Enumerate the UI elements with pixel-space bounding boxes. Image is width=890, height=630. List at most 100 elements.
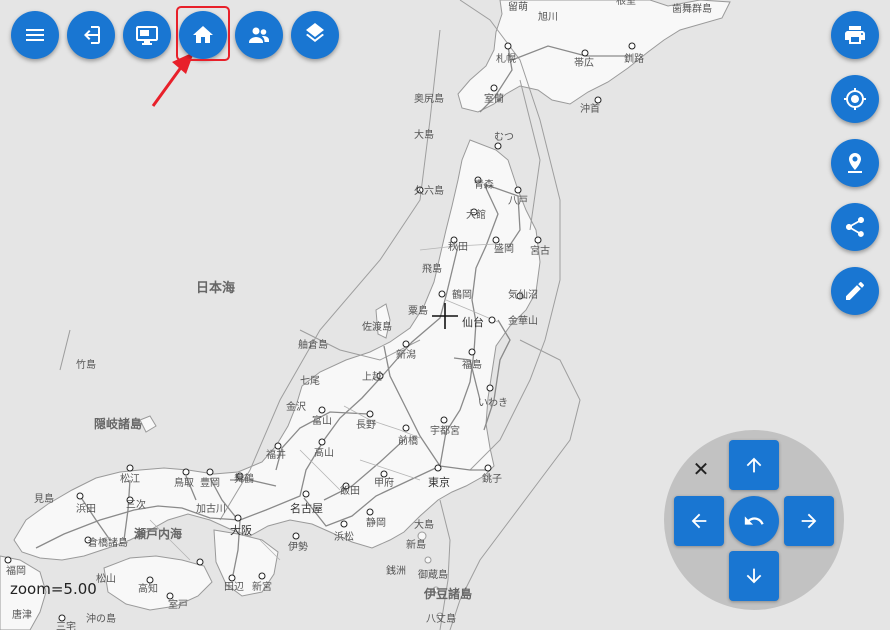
place-label: 佐渡島 (362, 320, 392, 333)
place-label: 帯広 (574, 56, 594, 69)
place-label: 沖首 (580, 102, 600, 115)
place-label: 唐津 (12, 608, 32, 621)
place-label: 大阪 (230, 523, 252, 537)
place-label: 鶴岡 (452, 288, 472, 301)
place-label: 舞鶴 (234, 472, 254, 485)
place-label: いわき (478, 397, 508, 409)
arrow-right-icon (801, 513, 817, 529)
pencil-icon (846, 282, 864, 300)
zoom-readout: zoom=5.00 (10, 580, 97, 598)
place-label: 宮古 (530, 244, 550, 257)
display-button[interactable] (123, 11, 171, 59)
place-label: 飛島 (422, 262, 442, 275)
place-label: 金沢 (286, 400, 306, 413)
place-label: 高知 (138, 582, 158, 595)
place-label: 札幌 (496, 52, 516, 65)
place-label: 銚子 (482, 472, 502, 485)
place-label: 室戸 (168, 598, 188, 611)
place-label: 久六島 (414, 184, 444, 197)
place-label: 飯田 (340, 484, 360, 497)
home-button-highlight (176, 6, 230, 61)
place-label: 歯舞群島 (672, 2, 712, 15)
place-label: 御蔵島 (418, 568, 448, 581)
place-label: 三宅 (56, 620, 76, 630)
login-icon (84, 26, 100, 44)
place-label: 八丈島 (426, 612, 456, 625)
place-label: 高山 (314, 446, 334, 459)
place-label: 東京 (428, 475, 450, 489)
place-label: 伊豆諸島 (423, 586, 472, 601)
place-label: 新島 (406, 538, 426, 551)
people-icon (249, 27, 269, 43)
place-label: 大島 (414, 518, 434, 531)
place-label: 瀬戸内海 (133, 526, 182, 541)
oshima-island (417, 531, 427, 541)
pan-down-button[interactable] (729, 551, 779, 601)
place-label: 長野 (356, 419, 376, 431)
place-label: 室蘭 (484, 92, 504, 105)
place-label: 松江 (120, 472, 140, 485)
arrow-down-icon (746, 568, 762, 584)
place-label: 豊岡 (200, 476, 220, 489)
place-label: 金華山 (508, 314, 538, 327)
place-label: 気仙沼 (508, 288, 538, 301)
reset-view-button[interactable] (729, 496, 779, 546)
place-label: 大島 (414, 128, 434, 141)
place-label: 福島 (462, 358, 482, 371)
place-label: 見島 (34, 492, 54, 505)
place-label: 七尾 (300, 375, 320, 387)
share-button[interactable] (831, 203, 879, 251)
share-icon (846, 217, 864, 237)
login-button[interactable] (67, 11, 115, 59)
crosshair-icon (844, 88, 866, 110)
sea-label: 日本海 (196, 280, 235, 296)
place-label: 奥尻島 (414, 92, 444, 105)
map-pin-icon (848, 153, 862, 173)
arrow-left-icon (691, 513, 707, 529)
layers-button[interactable] (291, 11, 339, 59)
menu-icon (26, 29, 44, 41)
place-label: 福岡 (6, 564, 26, 577)
place-label: 甲府 (374, 476, 394, 489)
place-label: 銭洲 (386, 564, 406, 577)
place-label: 八戸 (508, 195, 528, 207)
edit-button[interactable] (831, 267, 879, 315)
printer-icon (845, 26, 865, 44)
pan-left-button[interactable] (674, 496, 724, 546)
place-label: 鳥取 (174, 476, 194, 489)
pan-right-button[interactable] (784, 496, 834, 546)
place-label: 粟島 (408, 304, 428, 317)
niijima-island (424, 556, 432, 564)
locate-button[interactable] (831, 75, 879, 123)
pan-up-button[interactable] (729, 440, 779, 490)
place-label: 竹島 (76, 358, 96, 371)
place-label: 富山 (312, 414, 332, 427)
users-button[interactable] (235, 11, 283, 59)
place-label: 三次 (126, 498, 146, 511)
place-label: 名古屋 (290, 501, 323, 515)
place-label: 旭川 (538, 11, 558, 23)
place-label: 盛岡 (494, 242, 514, 255)
place-label: 秋田 (448, 240, 468, 253)
arrow-up-icon (746, 457, 762, 473)
monitor-icon (136, 26, 158, 45)
place-label: むつ (494, 131, 514, 143)
print-button[interactable] (831, 11, 879, 59)
place-label: 宇都宮 (430, 424, 460, 437)
nav-pad-close-button[interactable]: ✕ (688, 456, 714, 482)
place-label: 浜松 (334, 530, 354, 543)
place-label: 沖の島 (86, 612, 116, 625)
place-label: 福井 (266, 448, 286, 461)
place-label: 釧路 (624, 52, 644, 65)
undo-icon (744, 516, 764, 525)
place-label: 留萌 (508, 0, 528, 13)
place-label: 松山 (96, 572, 116, 585)
menu-button[interactable] (11, 11, 59, 59)
place-label: 新宮 (252, 580, 272, 593)
place-label: 伊勢 (288, 540, 308, 553)
place-label: 加古川 (196, 502, 226, 515)
place-label: 隠岐諸島 (94, 416, 142, 431)
place-label: 上越 (362, 370, 382, 383)
place-button[interactable] (831, 139, 879, 187)
place-label: 青森 (474, 178, 494, 191)
